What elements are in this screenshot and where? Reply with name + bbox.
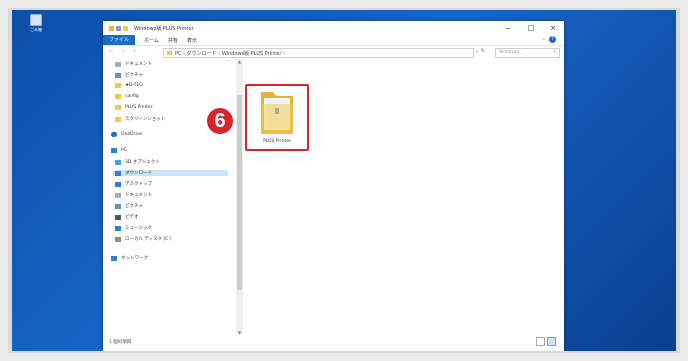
navigation-pane: ⌃ ドキュメント ピクチャ ★D-TEG config PLUS Printer… (103, 59, 234, 335)
nav-label: ドキュメント (125, 193, 152, 198)
nav-item-plus-printer[interactable]: PLUS Printer (115, 105, 153, 110)
title-bar: Windows版 PLUS Printer － □ × (103, 21, 564, 35)
search-placeholder: Windows... (499, 50, 524, 55)
nav-label: デスクトップ (125, 182, 152, 187)
breadcrumb[interactable]: PC › ダウンロード › Windows版 PLUS Printer › (175, 50, 285, 57)
new-folder-icon[interactable] (123, 25, 128, 31)
folder-icon (115, 116, 121, 122)
details-view-icon[interactable] (536, 337, 545, 346)
nav-label: ローカル ディスク (C:) (125, 237, 172, 242)
highlight-box (245, 84, 309, 151)
pictures-icon (115, 72, 121, 78)
nav-label: OneDrive (121, 132, 143, 137)
nav-item-3d-objects[interactable]: 3D オブジェクト (115, 159, 160, 165)
tab-file[interactable]: ファイル (103, 35, 136, 45)
nav-label: ネットワーク (121, 256, 148, 261)
search-input[interactable]: Windows... ⌕ (495, 48, 560, 58)
nav-item-pictures[interactable]: ピクチャ (115, 72, 143, 78)
drive-icon (115, 236, 121, 242)
search-icon: ⌕ (553, 50, 556, 55)
nav-item-documents[interactable]: ドキュメント (115, 61, 152, 67)
chevron-down-icon[interactable]: ⌄ (542, 36, 546, 42)
pictures-icon (115, 203, 121, 209)
nav-item-d-teg[interactable]: ★D-TEG (115, 83, 143, 88)
properties-icon[interactable] (116, 25, 121, 31)
view-toggles (536, 337, 556, 346)
nav-item-music[interactable]: ミュージック (115, 225, 152, 231)
nav-label: ピクチャ (125, 73, 143, 78)
nav-label: PC (121, 148, 127, 153)
help-icon[interactable]: ? (549, 36, 556, 43)
nav-label: PLUS Printer (125, 105, 153, 110)
nav-label: ダウンロード (125, 171, 152, 176)
ribbon-tabs: ファイル ホーム 共有 表示 ⌄ ? (103, 35, 564, 46)
nav-item-screenshots[interactable]: スクリーンショット (115, 116, 165, 122)
folder-icon (115, 83, 121, 88)
folder-icon (167, 51, 172, 55)
nav-scrollbar[interactable]: ▲ ▼ (236, 59, 243, 335)
pc-icon (111, 148, 117, 153)
nav-item-onedrive[interactable]: OneDrive (111, 132, 142, 137)
desktop: ごみ箱 Windows版 PLUS Printer － □ × ファイル ホーム… (12, 10, 676, 351)
nav-label: ピクチャ (125, 204, 143, 209)
maximize-button[interactable]: □ (528, 24, 535, 34)
step-badge: 6 (207, 108, 233, 134)
music-icon (115, 225, 121, 231)
explorer-window: Windows版 PLUS Printer － □ × ファイル ホーム 共有 … (103, 21, 564, 351)
nav-label: ドキュメント (125, 62, 152, 67)
nav-label: スクリーンショット (125, 117, 166, 122)
nav-item-pictures-pc[interactable]: ピクチャ (115, 203, 143, 209)
folder-icon (115, 105, 121, 110)
nav-item-video[interactable]: ビデオ (115, 214, 139, 220)
close-button[interactable]: × (550, 24, 556, 34)
3d-objects-icon (115, 159, 121, 165)
nav-label: config (125, 94, 139, 99)
desktop-icon (115, 181, 121, 187)
address-bar[interactable]: PC › ダウンロード › Windows版 PLUS Printer › (163, 48, 474, 58)
scroll-up-icon[interactable]: ▲ (236, 59, 243, 64)
nav-label: ビデオ (125, 215, 139, 220)
nav-item-network[interactable]: ネットワーク (111, 255, 148, 261)
download-icon (115, 170, 121, 176)
minimize-button[interactable]: － (505, 24, 512, 34)
recycle-bin-label: ごみ箱 (30, 27, 42, 32)
nav-label: ミュージック (125, 226, 152, 231)
refresh-icon[interactable]: ⌄ ↻ (475, 48, 485, 54)
pin-icon[interactable]: ⌃ (227, 59, 230, 64)
folder-icon (115, 94, 121, 99)
documents-icon (115, 61, 121, 67)
tab-share[interactable]: 共有 (168, 37, 178, 44)
nav-item-desktop[interactable]: デスクトップ (115, 181, 152, 187)
recycle-bin-icon (30, 14, 42, 26)
documents-icon (115, 192, 121, 198)
scroll-down-icon[interactable]: ▼ (236, 330, 243, 335)
scroll-thumb[interactable] (237, 95, 242, 290)
tab-home[interactable]: ホーム (144, 37, 159, 44)
recycle-bin[interactable]: ごみ箱 (22, 14, 50, 33)
address-row: ← → ↑ PC › ダウンロード › Windows版 PLUS Printe… (103, 46, 564, 58)
status-bar-count: 1 個の項目 (109, 340, 132, 345)
nav-label: 3D オブジェクト (125, 160, 160, 165)
folder-icon (109, 25, 114, 31)
onedrive-icon (111, 132, 117, 137)
large-icons-view-icon[interactable] (547, 337, 556, 346)
nav-item-downloads[interactable]: ダウンロード (113, 170, 228, 176)
network-icon (111, 255, 117, 261)
nav-item-config[interactable]: config (115, 94, 139, 99)
window-title: Windows版 PLUS Printer (134, 25, 194, 32)
nav-label: ★D-TEG (125, 83, 143, 88)
nav-item-documents-pc[interactable]: ドキュメント (115, 192, 152, 198)
nav-buttons[interactable]: ← → ↑ (109, 49, 140, 55)
nav-item-pc[interactable]: PC (111, 148, 127, 153)
tab-view[interactable]: 表示 (187, 37, 197, 44)
video-icon (115, 214, 121, 220)
nav-item-local-disk[interactable]: ローカル ディスク (C:) (115, 236, 172, 242)
